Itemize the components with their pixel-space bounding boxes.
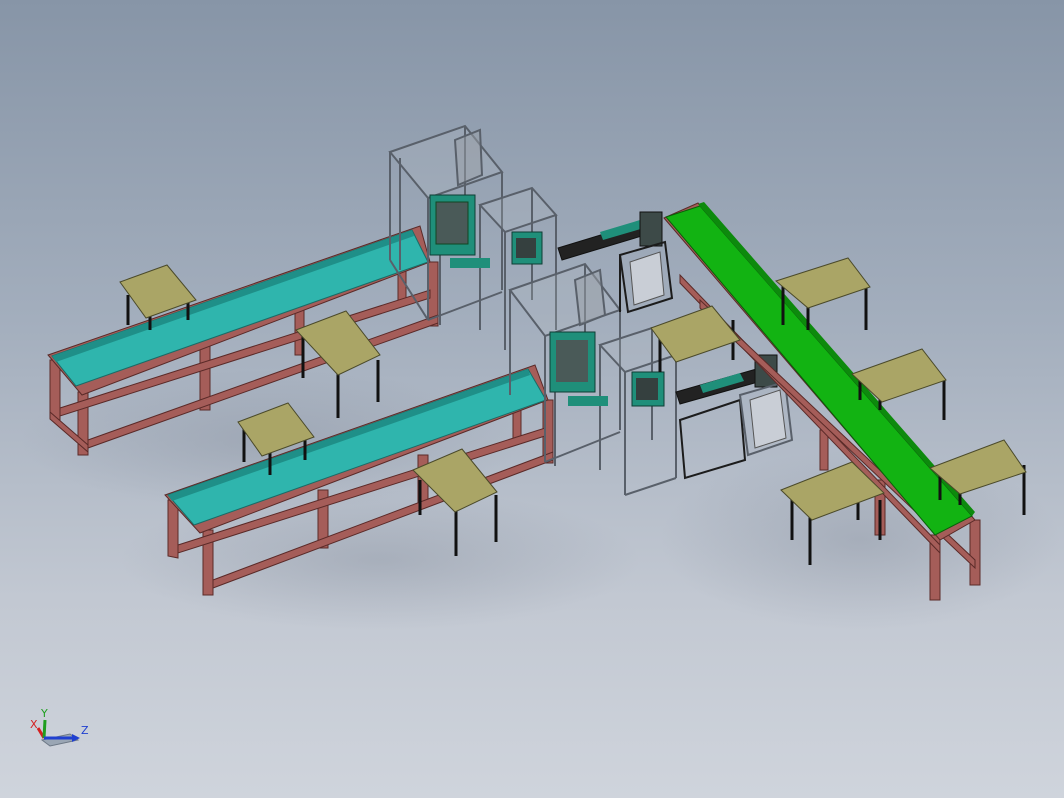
cad-viewport[interactable]: X Y Z xyxy=(0,0,1064,798)
z-axis-label: Z xyxy=(81,724,89,737)
workbench-6[interactable] xyxy=(650,305,741,372)
x-axis-label: X xyxy=(30,718,38,731)
y-axis-line xyxy=(42,719,47,739)
y-axis-label: Y xyxy=(40,707,48,720)
axis-triad[interactable]: X Y Z xyxy=(28,700,98,760)
assembly-model[interactable] xyxy=(0,0,1064,798)
